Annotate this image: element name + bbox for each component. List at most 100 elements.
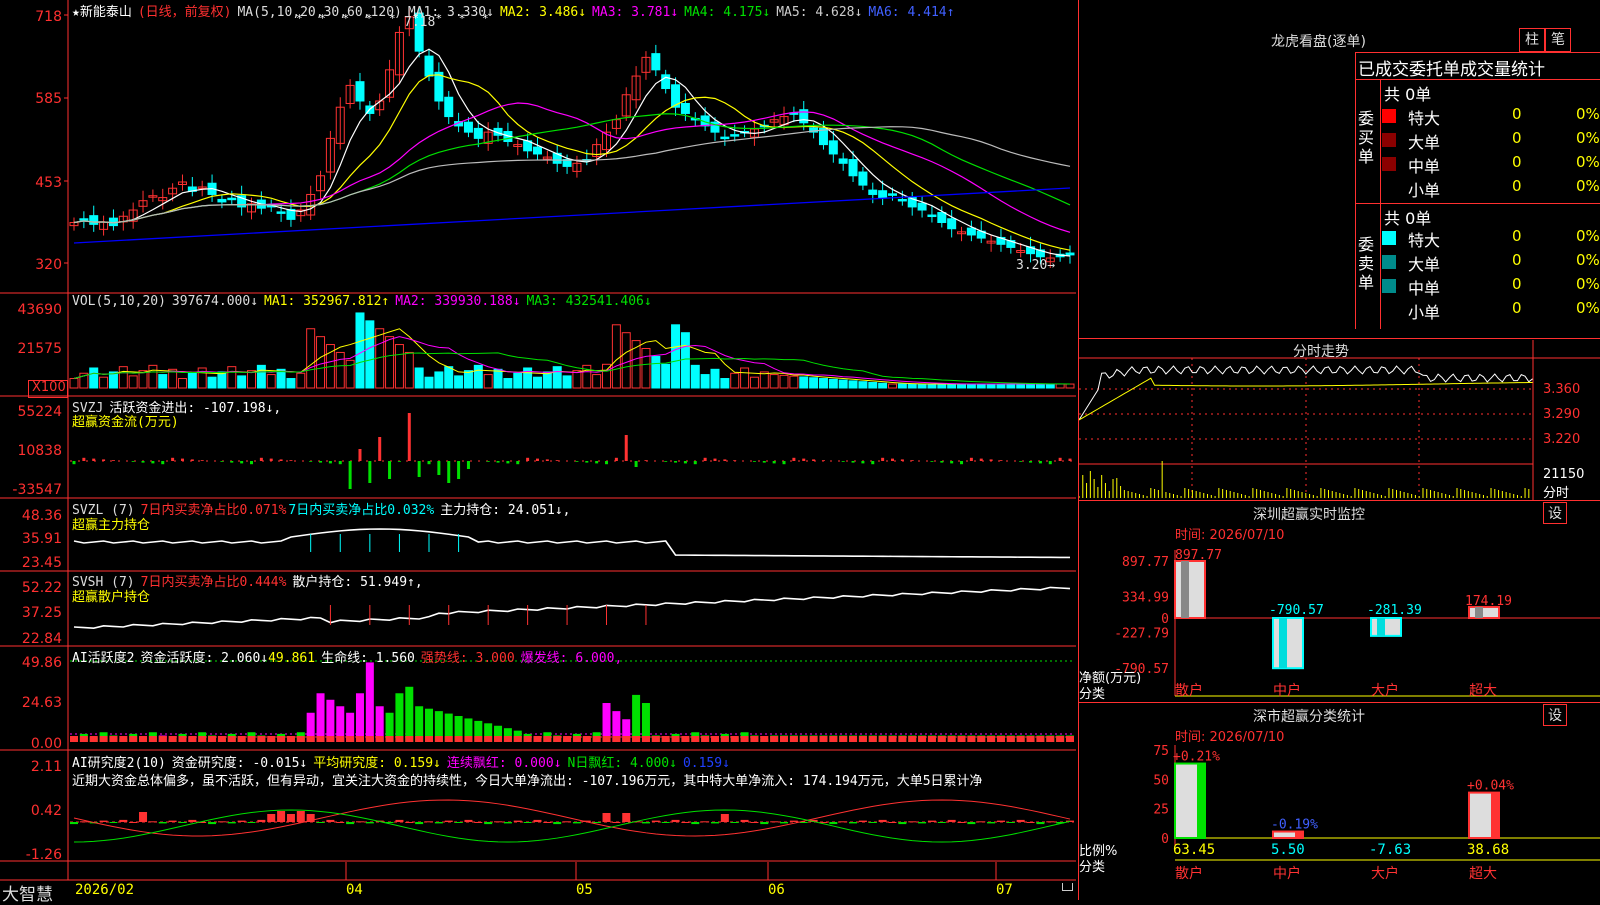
- research-bar: [237, 820, 246, 822]
- lock-icon[interactable]: [1062, 883, 1073, 891]
- flow-bar: [72, 461, 76, 465]
- flow-bar: [82, 457, 86, 461]
- volume-bar: [897, 383, 907, 389]
- flow-bar: [812, 459, 816, 461]
- research-bar: [898, 822, 907, 825]
- volume-bar: [424, 376, 434, 389]
- flow-bar: [427, 461, 431, 465]
- retail-holding-line: [73, 586, 1071, 630]
- activity-base: [267, 736, 276, 742]
- tab-tick[interactable]: 笔: [1545, 28, 1571, 52]
- flow-bar: [762, 461, 766, 463]
- candle: [444, 96, 454, 118]
- ai2-a: 资金研究度: -0.015↓: [171, 756, 308, 771]
- activity-base: [168, 736, 177, 742]
- research-bar: [1046, 821, 1055, 823]
- ai2-c: 连续飘红: 0.000↓: [446, 756, 562, 771]
- research-bar: [957, 822, 966, 823]
- activity-base: [937, 736, 946, 742]
- y-tick: 0.00: [30, 736, 62, 752]
- activity-base: [523, 736, 532, 742]
- activity-base: [198, 736, 207, 742]
- flow-bar: [821, 460, 825, 461]
- volume-bar: [434, 371, 444, 389]
- svzl-subtitle: 超赢主力持仓: [72, 518, 151, 533]
- flow-bar: [250, 461, 254, 465]
- candle: [424, 55, 434, 77]
- activity-base: [306, 736, 315, 742]
- activity-base: [927, 736, 936, 742]
- research-bar: [572, 822, 581, 824]
- flow-bar: [397, 461, 401, 462]
- volume-bars: [69, 312, 1075, 389]
- panel-frame: [0, 0, 1076, 881]
- sz-class-xlabel: 分类: [1079, 860, 1106, 875]
- y-tick: -1.26: [25, 847, 62, 863]
- szc-y-tick: 25: [1153, 803, 1169, 818]
- research-bar: [1036, 822, 1045, 825]
- y-tick: 22.84: [21, 631, 62, 647]
- research-bar: [1006, 822, 1015, 823]
- activity-base: [908, 736, 917, 742]
- volume-bar: [799, 376, 809, 389]
- research-bar: [158, 822, 167, 824]
- volume-bar: [493, 368, 503, 389]
- activity-base: [217, 736, 226, 742]
- flow-bar: [861, 461, 865, 464]
- flow-bar: [752, 461, 756, 462]
- color-swatch: [1382, 231, 1396, 245]
- activity-base: [129, 736, 138, 742]
- flow-bar: [516, 461, 520, 465]
- activity-base: [829, 736, 838, 742]
- fenshi-chart[interactable]: [1079, 340, 1600, 500]
- activity-base: [592, 736, 601, 742]
- date-label: 05: [576, 882, 593, 898]
- candle: [887, 193, 897, 196]
- research-bar: [355, 821, 364, 823]
- research-bar: [967, 822, 976, 825]
- research-bar: [641, 822, 650, 824]
- flow-bar: [102, 459, 106, 461]
- flow-bar: [328, 461, 332, 464]
- activity-base: [1046, 736, 1055, 742]
- volume-bar: [878, 382, 888, 389]
- activity-base: [720, 736, 729, 742]
- volume-bar: [355, 312, 365, 389]
- candle: [227, 197, 237, 201]
- volume-bar: [621, 332, 631, 389]
- candle: [947, 218, 957, 230]
- activity-base: [947, 736, 956, 742]
- row-name: 中单: [1408, 279, 1441, 298]
- sz-class-value: 5.50: [1271, 842, 1305, 858]
- flow-bar: [851, 461, 855, 463]
- research-bar: [947, 819, 956, 822]
- activity-base: [681, 736, 690, 742]
- volume-bar: [99, 376, 109, 389]
- y-tick: 49.86: [21, 655, 62, 671]
- sz-monitor-cat: 中户: [1273, 682, 1301, 699]
- research-bar: [168, 820, 177, 822]
- research-line: [73, 799, 1071, 837]
- ma3-value: MA3: 3.781↓: [592, 5, 679, 20]
- row-count: 0: [1512, 177, 1522, 195]
- dragon-row: 大单 0 0%: [1382, 129, 1600, 152]
- volume-bar: [976, 383, 986, 389]
- activity-base: [1036, 736, 1045, 742]
- brand-logo[interactable]: 大智慧: [2, 880, 53, 905]
- sz-y-tick: 0: [1161, 612, 1169, 627]
- activity-base: [563, 736, 572, 742]
- sz-monitor-cat: 超大: [1469, 683, 1497, 699]
- volume-bar: [365, 320, 375, 389]
- candle: [463, 121, 473, 133]
- activity-base: [1026, 736, 1035, 742]
- flow-bar: [457, 461, 461, 479]
- candle: [276, 211, 286, 214]
- flow-bar: [141, 461, 145, 463]
- tab-bar-chart[interactable]: 柱: [1519, 28, 1545, 52]
- svzj-subtitle: 超赢资金流(万元): [72, 415, 179, 430]
- ma20-line: [73, 102, 1071, 233]
- activity-bar: [355, 693, 364, 742]
- row-divider: [1356, 203, 1600, 204]
- szc-y-tick: 0: [1161, 832, 1169, 847]
- flow-bar: [841, 461, 845, 462]
